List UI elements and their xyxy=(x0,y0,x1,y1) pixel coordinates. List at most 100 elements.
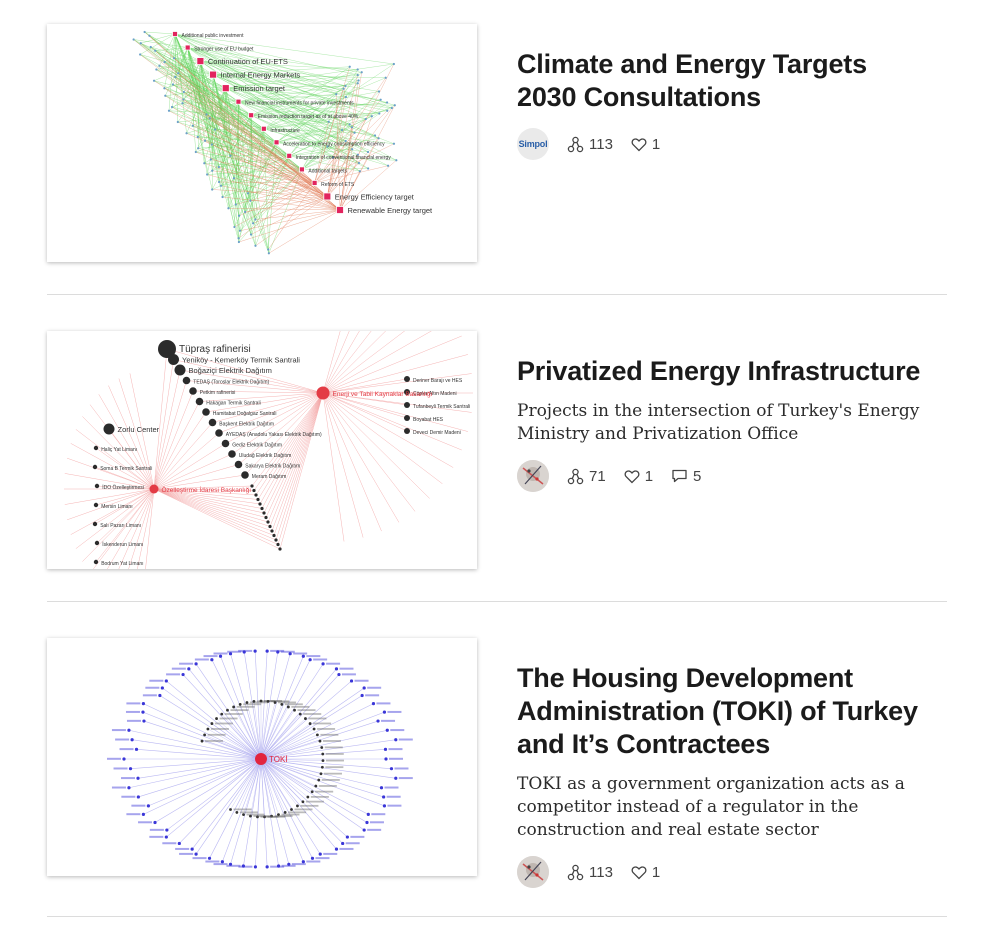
graph-leaf-node xyxy=(393,104,396,107)
graph-node xyxy=(234,460,243,469)
owner-avatar[interactable]: Simpol xyxy=(517,128,549,160)
user-photo-icon xyxy=(517,856,549,888)
forks-value: 113 xyxy=(589,863,613,881)
graph-leaf-node xyxy=(237,240,241,244)
forks-count[interactable]: 113 xyxy=(567,864,613,881)
graph-node-label-mark xyxy=(320,733,339,736)
project-title[interactable]: Climate and Energy Targets 2030 Consulta… xyxy=(517,48,927,114)
project-description: TOKI as a government organization acts a… xyxy=(517,774,905,840)
graph-node xyxy=(276,650,280,654)
graph-node xyxy=(318,739,322,743)
project-title[interactable]: Privatized Energy Infrastructure xyxy=(517,355,927,388)
forks-count[interactable]: 113 xyxy=(567,136,613,153)
graph-node-label-mark xyxy=(313,722,332,725)
graph-node-label-mark xyxy=(121,777,136,780)
graph-node-label-mark xyxy=(243,703,262,706)
graph-node-label-mark xyxy=(398,777,413,780)
network-graph-thumbnail-1: Additional public investment Stronger use… xyxy=(132,30,434,255)
graph-node xyxy=(290,808,293,811)
graph-hub-node xyxy=(323,192,332,201)
graph-node xyxy=(314,784,318,788)
graph-hub-node xyxy=(311,180,318,186)
graph-node-label-mark xyxy=(323,852,338,855)
graph-node-label: Başkent Elektrik Dağıtım xyxy=(219,422,274,428)
forks-count[interactable]: 71 xyxy=(567,468,606,485)
graph-node-label-mark xyxy=(341,673,356,676)
project-title[interactable]: The Housing Development Administration (… xyxy=(517,662,927,761)
owner-avatar[interactable] xyxy=(517,856,549,888)
graph-node xyxy=(221,439,230,448)
graph-node-label: Energy Efficiency target xyxy=(335,192,415,201)
likes-count[interactable]: 1 xyxy=(631,136,660,153)
graph-node xyxy=(394,738,398,742)
graph-leaf-node xyxy=(148,34,151,37)
graph-node-label: Bodrum Yat Limanı xyxy=(101,561,143,567)
graph-node xyxy=(345,835,349,839)
project-thumbnail[interactable]: Additional public investment Stronger use… xyxy=(47,24,477,262)
graph-node-label-mark xyxy=(365,694,380,697)
graph-node-label-mark xyxy=(131,804,146,807)
graph-leaf-node xyxy=(232,177,236,180)
graph-node-label: Additional targets xyxy=(308,168,347,174)
graph-leaf-node xyxy=(327,120,330,123)
owner-avatar[interactable] xyxy=(517,460,549,492)
graph-node-label: Enerji ve Tabii Kaynaklar Bakanlığı xyxy=(333,391,433,398)
graph-node xyxy=(385,728,389,732)
graph-node-label: Hakagan Termik Santrali xyxy=(206,401,260,407)
graph-node xyxy=(273,701,277,704)
graph-node xyxy=(276,542,280,547)
graph-leaf-node xyxy=(377,90,381,93)
graph-leaf-node xyxy=(139,53,142,56)
graph-node-label-mark xyxy=(288,811,307,814)
graph-leaf-node xyxy=(155,68,158,71)
graph-leaf-node xyxy=(206,173,209,176)
graph-node xyxy=(122,757,126,761)
graph-node-label-mark xyxy=(367,686,382,689)
graph-node xyxy=(321,759,325,763)
graph-node xyxy=(383,747,388,751)
forks-value: 113 xyxy=(589,135,613,153)
graph-node xyxy=(308,658,312,662)
graph-node-label-mark xyxy=(171,667,186,670)
graph-leaf-node xyxy=(139,42,142,45)
graph-node-label-mark xyxy=(145,686,160,689)
likes-count[interactable]: 1 xyxy=(624,468,653,485)
graph-node xyxy=(266,699,270,703)
graph-node-label: Petkim rafinerisi xyxy=(200,390,236,396)
graph-node xyxy=(174,364,186,376)
graph-node-label-mark xyxy=(324,746,343,749)
graph-node xyxy=(310,856,315,860)
graph-leaf-node xyxy=(211,188,214,191)
fork-icon xyxy=(567,864,584,880)
project-thumbnail[interactable]: TOKİ xyxy=(47,638,477,876)
graph-node-label-mark xyxy=(239,811,258,814)
graph-node-label-mark xyxy=(394,767,409,770)
graph-node xyxy=(293,708,296,712)
graph-node-label-mark xyxy=(205,740,224,742)
graph-node xyxy=(315,733,319,737)
graph-node-label-mark xyxy=(126,702,141,705)
graph-node-label-mark xyxy=(384,786,399,789)
graph-node xyxy=(200,739,204,743)
comments-value: 5 xyxy=(693,467,702,485)
graph-node-label-mark xyxy=(121,795,136,798)
graph-node-label: Integration of conventional financial en… xyxy=(296,155,392,161)
likes-count[interactable]: 1 xyxy=(631,864,660,881)
graph-node xyxy=(264,515,268,520)
graph-node-label-mark xyxy=(305,800,324,803)
graph-node xyxy=(384,757,388,761)
graph-node xyxy=(262,511,266,515)
graph-node xyxy=(382,710,387,714)
project-thumbnail[interactable]: Tüpraş rafinerisi Yeniköy - Kemerköy Term… xyxy=(47,331,477,569)
graph-hub-node xyxy=(260,125,267,132)
graph-node xyxy=(404,376,410,382)
graph-node-label-mark xyxy=(270,865,285,868)
graph-node-label: Renewable Energy target xyxy=(348,206,434,215)
graph-node-label: Emission target xyxy=(233,84,286,93)
graph-node-label: AYEDAŞ (Anadolu Yakası Elektrik Dağıtım) xyxy=(226,432,322,438)
graph-node xyxy=(404,428,410,434)
graph-node-label: Tüpraş rafinerisi xyxy=(179,344,251,355)
graph-node xyxy=(274,538,278,542)
graph-node-label: Stronger use of EU budget xyxy=(194,47,254,53)
comments-count[interactable]: 5 xyxy=(671,468,701,485)
